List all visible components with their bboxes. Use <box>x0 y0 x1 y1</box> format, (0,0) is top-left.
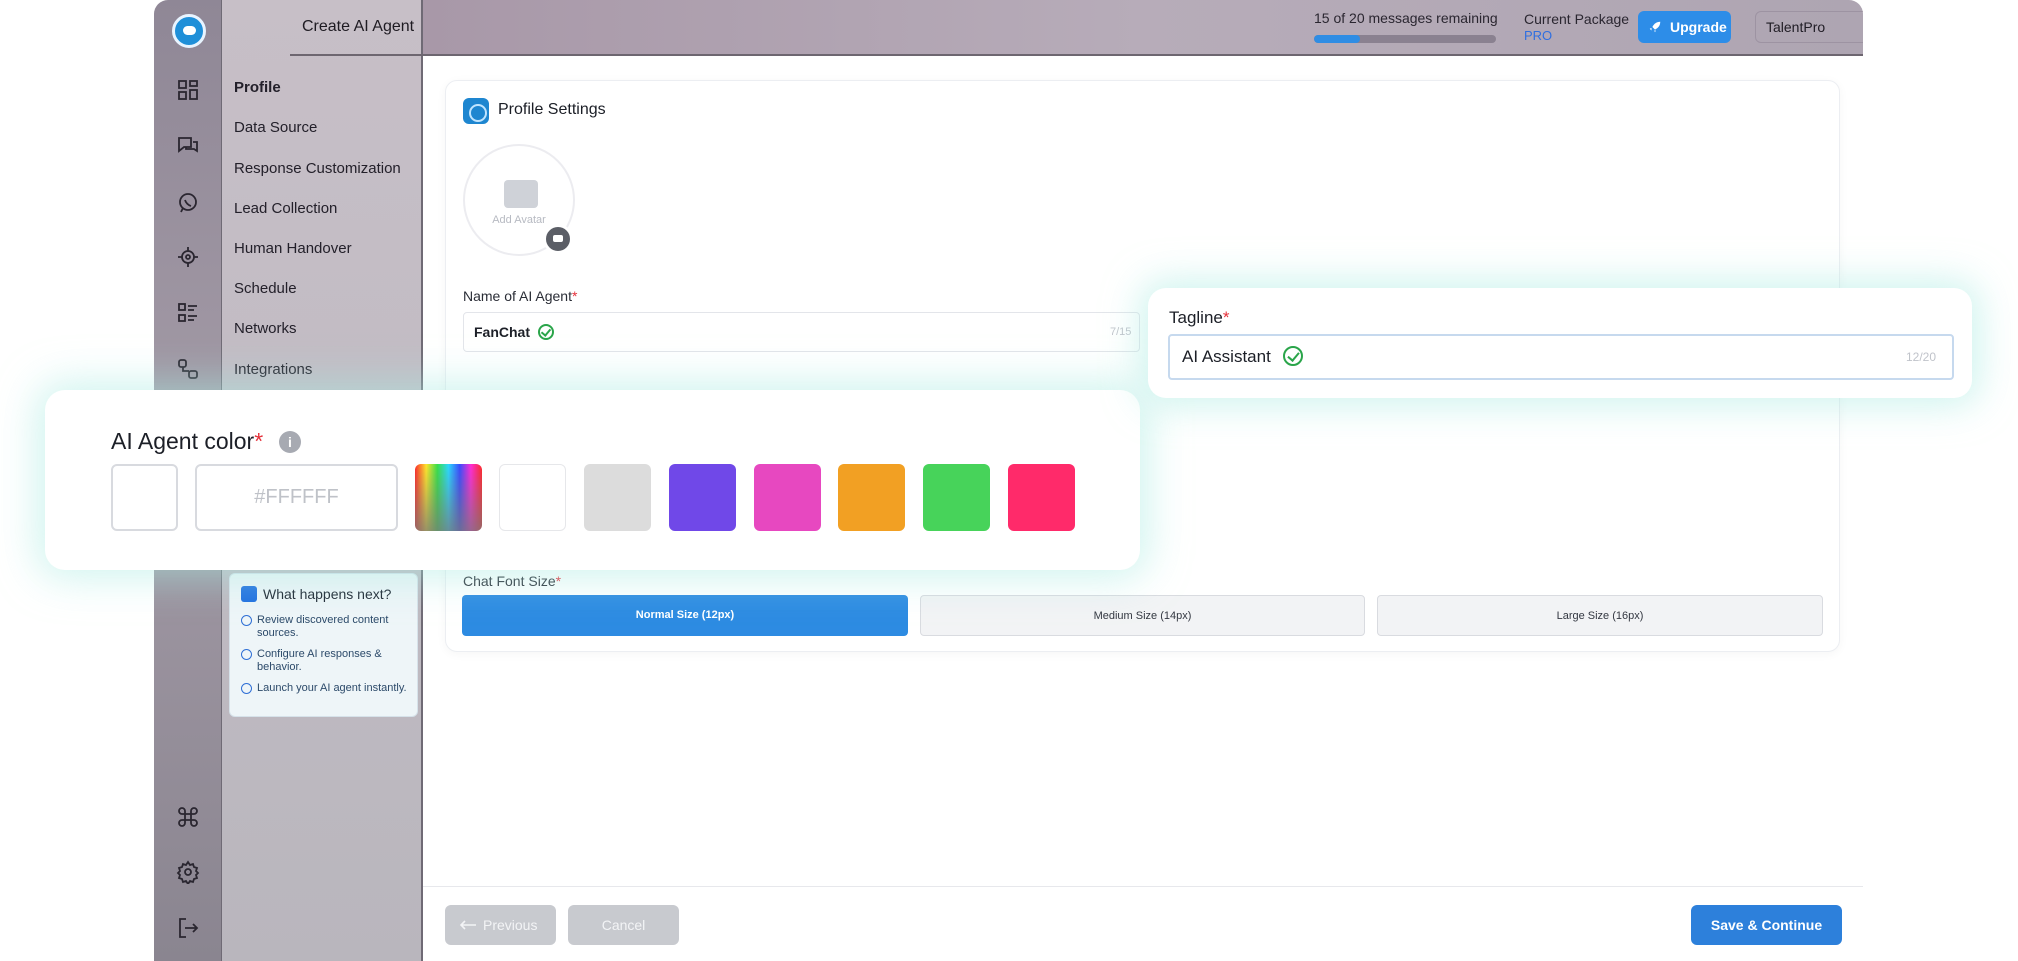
target-icon[interactable] <box>176 245 200 269</box>
gear-icon[interactable] <box>176 860 200 886</box>
page-title: Create AI Agent <box>302 18 415 35</box>
workflow-icon[interactable] <box>176 357 200 381</box>
upgrade-button[interactable]: Upgrade <box>1638 11 1731 43</box>
swatch-white[interactable] <box>499 464 566 531</box>
arrow-left-icon <box>459 920 476 930</box>
top-bar: 15 of 20 messages remaining Current Pack… <box>423 0 1863 56</box>
nav-item-profile[interactable]: Profile <box>234 79 281 96</box>
next-step-item: Launch your AI agent instantly. <box>241 682 411 695</box>
next-steps-title: What happens next? <box>241 586 391 602</box>
font-size-medium[interactable]: Medium Size (14px) <box>920 595 1365 636</box>
swatch-purple[interactable] <box>669 464 736 531</box>
messages-progress <box>1314 35 1496 43</box>
messages-progress-fill <box>1314 35 1360 43</box>
rocket-icon <box>1649 21 1661 33</box>
name-label: Name of AI Agent* <box>463 288 578 304</box>
font-size-label: Chat Font Size* <box>463 573 562 589</box>
image-placeholder-icon <box>504 180 538 208</box>
swatch-orange[interactable] <box>838 464 905 531</box>
chevron-down-icon <box>1862 22 1863 34</box>
tagline-input[interactable]: AI Assistant <box>1168 334 1954 380</box>
tagline-panel: Tagline* AI Assistant 12/20 <box>1148 288 1972 398</box>
messages-remaining: 15 of 20 messages remaining <box>1314 10 1498 26</box>
swatch-red[interactable] <box>1008 464 1075 531</box>
command-icon[interactable] <box>176 805 200 829</box>
check-circle-icon <box>1282 346 1303 366</box>
footer-bar: Previous Cancel Save & Continue <box>423 886 1863 961</box>
info-square-icon <box>241 586 257 602</box>
name-counter: 7/15 <box>1110 326 1132 338</box>
font-size-large[interactable]: Large Size (16px) <box>1377 595 1823 636</box>
nav-item-lead-collection[interactable]: Lead Collection <box>234 200 337 217</box>
tagline-counter: 12/20 <box>1906 350 1937 364</box>
font-size-normal[interactable]: Normal Size (12px) <box>462 595 908 636</box>
hex-input[interactable]: #FFFFFF <box>195 464 398 531</box>
custom-color-picker[interactable] <box>415 464 482 531</box>
swatch-green[interactable] <box>923 464 990 531</box>
next-steps-card: What happens next? Review discovered con… <box>229 573 418 717</box>
nav-item-human-handover[interactable]: Human Handover <box>234 240 352 257</box>
settings-icon <box>463 98 489 124</box>
agent-color-panel: AI Agent color* i #FFFFFF <box>45 390 1140 570</box>
nav-item-networks[interactable]: Networks <box>234 320 297 337</box>
check-circle-icon <box>538 324 554 340</box>
nav-item-data-source[interactable]: Data Source <box>234 119 317 136</box>
chat-icon[interactable] <box>176 134 200 158</box>
info-icon[interactable]: i <box>279 431 301 453</box>
camera-icon[interactable] <box>543 224 573 254</box>
nav-item-schedule[interactable]: Schedule <box>234 280 297 297</box>
nav-item-response-customization[interactable]: Response Customization <box>234 160 401 177</box>
package-label: Current Package <box>1524 11 1630 27</box>
color-panel-title: AI Agent color* <box>111 428 264 454</box>
swatch-gray[interactable] <box>584 464 651 531</box>
swatch-pink[interactable] <box>754 464 821 531</box>
previous-button[interactable]: Previous <box>445 905 556 945</box>
company-select[interactable]: TalentPro <box>1755 11 1863 43</box>
app-logo[interactable] <box>172 14 206 48</box>
nav-item-integrations[interactable]: Integrations <box>234 361 312 378</box>
list-icon[interactable] <box>176 301 200 325</box>
logout-icon[interactable] <box>176 916 200 940</box>
avatar-upload[interactable]: Add Avatar <box>463 144 575 256</box>
next-step-item: Configure AI responses & behavior. <box>241 648 411 674</box>
color-preview[interactable] <box>111 464 178 531</box>
section-title: Profile Settings <box>498 101 606 118</box>
save-continue-button[interactable]: Save & Continue <box>1691 905 1842 945</box>
dashboard-icon[interactable] <box>176 78 200 102</box>
cancel-button[interactable]: Cancel <box>568 905 679 945</box>
next-step-item: Review discovered content sources. <box>241 614 411 640</box>
package-value: PRO <box>1524 28 1553 43</box>
tagline-label: Tagline* <box>1169 308 1230 327</box>
whatsapp-icon[interactable] <box>176 191 200 215</box>
agent-name-input[interactable]: FanChat <box>463 312 1140 352</box>
